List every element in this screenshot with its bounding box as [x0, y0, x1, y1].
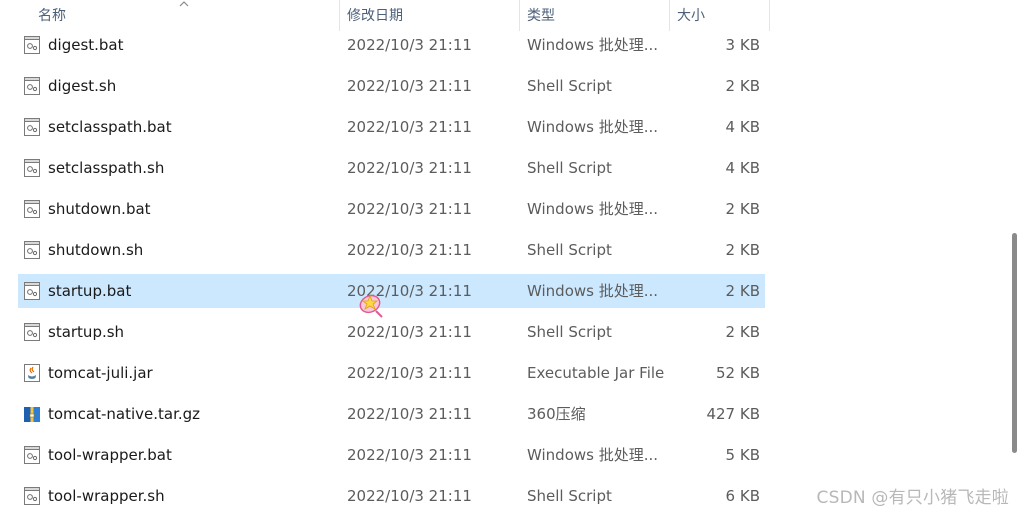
file-modified-date: 2022/10/3 21:11: [347, 159, 472, 177]
file-row[interactable]: tomcat-native.tar.gz 2022/10/3 21:11 360压缩…: [18, 397, 765, 431]
file-type: Shell Script: [527, 241, 612, 259]
shell-script-icon: [24, 159, 40, 177]
batch-file-icon: [24, 282, 40, 300]
file-modified-date: 2022/10/3 21:11: [347, 200, 472, 218]
shell-script-icon: [24, 77, 40, 95]
column-divider[interactable]: [769, 0, 770, 31]
file-row[interactable]: shutdown.sh 2022/10/3 21:11 Shell Script 2 …: [18, 233, 765, 267]
batch-file-icon: [24, 36, 40, 54]
column-header-modified[interactable]: 修改日期: [339, 0, 519, 31]
file-row[interactable]: tool-wrapper.sh 2022/10/3 21:11 Shell Scri…: [18, 479, 765, 513]
shell-script-icon: [24, 323, 40, 341]
file-row[interactable]: digest.bat 2022/10/3 21:11 Windows 批处理... 3…: [18, 28, 765, 62]
file-modified-date: 2022/10/3 21:11: [347, 118, 472, 136]
file-row[interactable]: tomcat-juli.jar 2022/10/3 21:11 Executable…: [18, 356, 765, 390]
sort-ascending-icon: [179, 1, 189, 7]
file-size: 2 KB: [725, 323, 760, 341]
file-name: tomcat-native.tar.gz: [48, 405, 201, 423]
busy-cursor-icon: [359, 294, 383, 318]
column-header-size[interactable]: 大小: [669, 0, 769, 31]
scrollbar-thumb[interactable]: [1012, 233, 1017, 453]
file-type: Windows 批处理...: [527, 36, 659, 54]
file-type: Windows 批处理...: [527, 118, 659, 136]
file-row[interactable]: digest.sh 2022/10/3 21:11 Shell Script 2 KB: [18, 69, 765, 103]
file-size: 2 KB: [725, 200, 760, 218]
shell-script-icon: [24, 487, 40, 505]
file-name: tomcat-juli.jar: [48, 364, 153, 382]
file-name: startup.sh: [48, 323, 125, 341]
file-row[interactable]: setclasspath.sh 2022/10/3 21:11 Shell Scri…: [18, 151, 765, 185]
file-modified-date: 2022/10/3 21:11: [347, 323, 472, 341]
batch-file-icon: [24, 200, 40, 218]
file-name: startup.bat: [48, 282, 132, 300]
file-size: 6 KB: [725, 487, 760, 505]
file-type: Shell Script: [527, 159, 612, 177]
file-name: tool-wrapper.sh: [48, 487, 165, 505]
file-name: setclasspath.sh: [48, 159, 165, 177]
file-size: 5 KB: [725, 446, 760, 464]
column-header-bar: 名称 修改日期 类型 大小: [0, 0, 770, 31]
file-type: 360压缩: [527, 405, 586, 423]
file-modified-date: 2022/10/3 21:11: [347, 405, 472, 423]
file-size: 427 KB: [706, 405, 760, 423]
file-modified-date: 2022/10/3 21:11: [347, 36, 472, 54]
file-row[interactable]: startup.sh 2022/10/3 21:11 Shell Script 2 K…: [18, 315, 765, 349]
file-size: 2 KB: [725, 282, 760, 300]
file-modified-date: 2022/10/3 21:11: [347, 77, 472, 95]
file-name: tool-wrapper.bat: [48, 446, 172, 464]
watermark: CSDN @有只小猪飞走啦: [816, 488, 1009, 508]
file-type: Windows 批处理...: [527, 200, 659, 218]
java-jar-icon: [24, 364, 40, 382]
file-modified-date: 2022/10/3 21:11: [347, 487, 472, 505]
file-size: 52 KB: [716, 364, 760, 382]
file-modified-date: 2022/10/3 21:11: [347, 364, 472, 382]
file-row[interactable]: shutdown.bat 2022/10/3 21:11 Windows 批处理..…: [18, 192, 765, 226]
file-type: Shell Script: [527, 487, 612, 505]
file-type: Executable Jar File: [527, 364, 665, 382]
archive-icon: [24, 407, 40, 422]
column-header-type[interactable]: 类型: [519, 0, 669, 31]
file-type: Windows 批处理...: [527, 446, 659, 464]
file-row[interactable]: tool-wrapper.bat 2022/10/3 21:11 Windows 批…: [18, 438, 765, 472]
file-name: shutdown.bat: [48, 200, 151, 218]
file-name: digest.bat: [48, 36, 124, 54]
file-type: Shell Script: [527, 323, 612, 341]
file-name: digest.sh: [48, 77, 117, 95]
file-size: 4 KB: [725, 159, 760, 177]
file-modified-date: 2022/10/3 21:11: [347, 241, 472, 259]
file-size: 2 KB: [725, 241, 760, 259]
file-name: setclasspath.bat: [48, 118, 172, 136]
file-type: Windows 批处理...: [527, 282, 659, 300]
batch-file-icon: [24, 446, 40, 464]
file-size: 4 KB: [725, 118, 760, 136]
file-type: Shell Script: [527, 77, 612, 95]
file-row[interactable]: startup.bat 2022/10/3 21:11 Windows 批处理...…: [18, 274, 765, 308]
file-size: 3 KB: [725, 36, 760, 54]
file-row[interactable]: setclasspath.bat 2022/10/3 21:11 Windows 批…: [18, 110, 765, 144]
batch-file-icon: [24, 118, 40, 136]
file-modified-date: 2022/10/3 21:11: [347, 446, 472, 464]
file-size: 2 KB: [725, 77, 760, 95]
file-name: shutdown.sh: [48, 241, 144, 259]
shell-script-icon: [24, 241, 40, 259]
